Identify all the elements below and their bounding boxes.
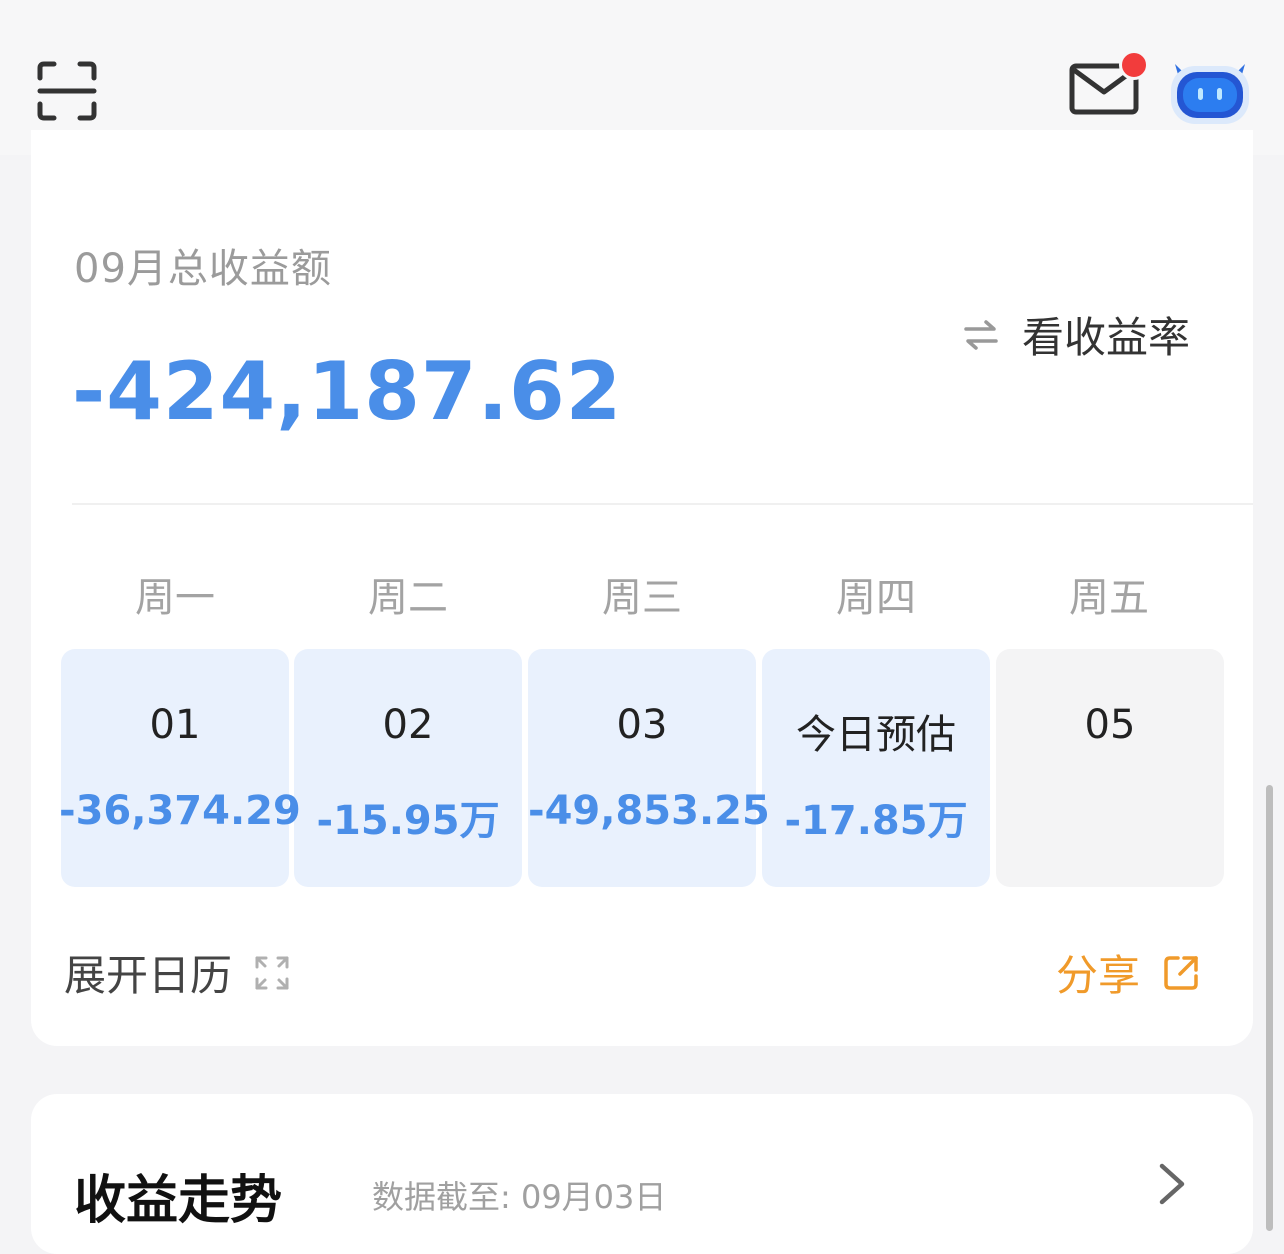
toggle-rate-label: 看收益率	[1022, 313, 1191, 362]
expand-icon	[255, 956, 289, 989]
divider	[72, 503, 1253, 505]
weekday-label: 周四	[836, 575, 916, 621]
share-button[interactable]: 分享	[1056, 942, 1200, 1003]
expand-calendar-button[interactable]: 展开日历	[64, 942, 290, 1003]
notification-badge	[1119, 50, 1149, 80]
weekday-label: 周一	[135, 575, 215, 621]
weekday-label: 周三	[602, 575, 682, 621]
share-label: 分享	[1056, 951, 1141, 1000]
day-number: 今日预估	[796, 712, 956, 758]
trend-title: 收益走势	[74, 1171, 283, 1231]
day-number: 03	[616, 702, 668, 748]
day-value: -49,853.25	[528, 788, 770, 834]
day-value: -15.95万	[316, 798, 500, 844]
expand-calendar-label: 展开日历	[64, 951, 233, 1000]
day-number: 02	[382, 702, 434, 748]
trend-date-note: 数据截至: 09月03日	[372, 1178, 667, 1216]
share-external-icon	[1164, 955, 1198, 990]
total-label: 09月总收益额	[74, 246, 332, 292]
day-number: 01	[149, 702, 201, 748]
day-number: 05	[1084, 702, 1136, 748]
weekday-label: 周二	[368, 575, 448, 621]
scan-icon[interactable]	[36, 60, 98, 122]
weekday-label: 周五	[1069, 575, 1149, 621]
day-value: -17.85万	[784, 798, 968, 844]
chevron-right-icon[interactable]	[1152, 1160, 1192, 1208]
robot-avatar-icon[interactable]	[1165, 54, 1255, 128]
total-value: -424,187.62	[72, 345, 623, 438]
day-value: -36,374.29	[59, 788, 301, 834]
swap-icon	[964, 319, 998, 350]
day-cell[interactable]	[996, 649, 1224, 887]
day-cell[interactable]	[528, 649, 756, 887]
scrollbar[interactable]	[1266, 785, 1273, 1231]
toggle-rate-button[interactable]: 看收益率	[962, 304, 1190, 365]
day-cell[interactable]	[294, 649, 522, 887]
day-cell-today[interactable]	[762, 649, 990, 887]
day-cell[interactable]	[61, 649, 289, 887]
